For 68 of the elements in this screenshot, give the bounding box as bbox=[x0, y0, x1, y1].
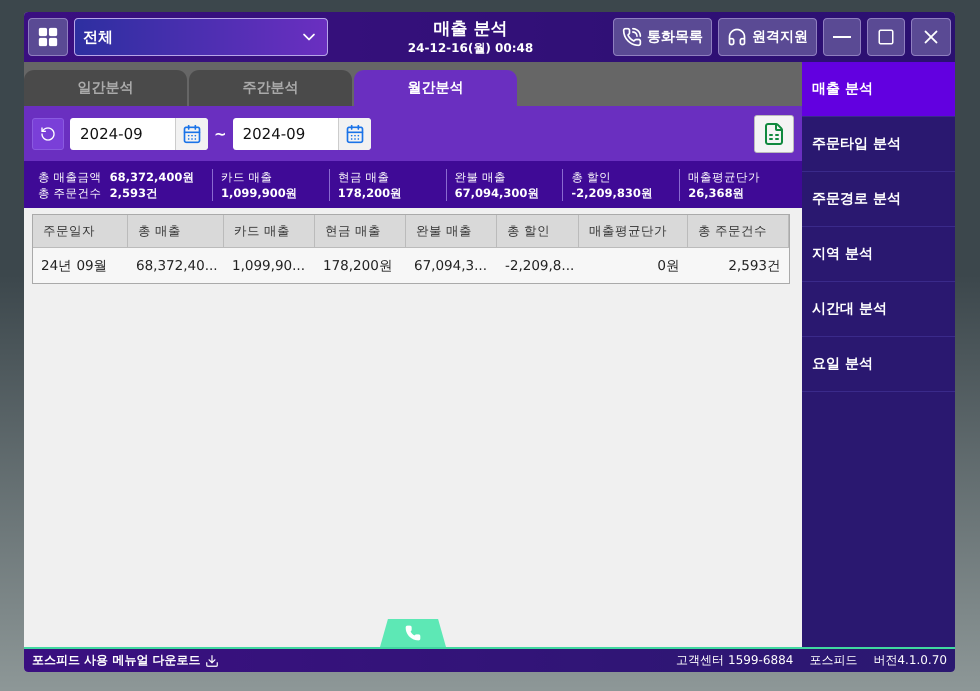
summary-label: 완불 매출 bbox=[454, 168, 508, 184]
column-header: 총 할인 bbox=[497, 215, 579, 247]
sidebar-item[interactable]: 주문경로 분석 bbox=[802, 172, 955, 227]
header-button[interactable]: 통화목록 bbox=[613, 18, 712, 56]
window-title: 매출 분석 bbox=[434, 18, 508, 40]
refresh-icon bbox=[40, 126, 56, 142]
table-cell: 1,099,90... bbox=[224, 247, 315, 283]
table-cell: 24년 09월 bbox=[33, 247, 128, 283]
sidebar-item[interactable]: 매출 분석 bbox=[802, 62, 955, 117]
grid-icon bbox=[37, 26, 59, 48]
column-header: 카드 매출 bbox=[224, 215, 315, 247]
summary-label: 현금 매출 bbox=[338, 168, 390, 184]
sidebar-item[interactable]: 주문타입 분석 bbox=[802, 117, 955, 172]
headset-icon bbox=[727, 27, 747, 47]
support-phone: 고객센터 1599-6884 bbox=[676, 652, 794, 669]
header-button[interactable]: 원격지원 bbox=[718, 18, 817, 56]
calendar-button[interactable] bbox=[175, 118, 208, 150]
column-header: 총 매출 bbox=[128, 215, 224, 247]
summary-value: 26,368원 bbox=[688, 184, 746, 200]
range-separator: ~ bbox=[214, 124, 227, 142]
menu-button[interactable] bbox=[28, 18, 68, 56]
summary-label: 매출평균단가 bbox=[688, 168, 762, 184]
table-cell: 2,593건 bbox=[688, 247, 789, 283]
summary-label: 총 주문건수 bbox=[38, 184, 102, 200]
calendar-icon bbox=[182, 124, 202, 144]
manual-download-link[interactable]: 포스피드 사용 메뉴얼 다운로드 bbox=[32, 652, 219, 669]
summary-value: 67,094,300원 bbox=[454, 184, 540, 200]
summary-label: 총 할인 bbox=[571, 168, 612, 184]
minimize-icon bbox=[833, 36, 851, 38]
minimize-button[interactable] bbox=[823, 18, 861, 56]
excel-export-button[interactable] bbox=[754, 114, 794, 152]
column-header: 주문일자 bbox=[33, 215, 128, 247]
column-header: 현금 매출 bbox=[315, 215, 406, 247]
maximize-button[interactable] bbox=[867, 18, 905, 56]
sidebar-item[interactable]: 요일 분석 bbox=[802, 337, 955, 392]
column-header: 완불 매출 bbox=[406, 215, 497, 247]
sidebar-item[interactable]: 시간대 분석 bbox=[802, 282, 955, 337]
table-cell: 0원 bbox=[579, 247, 688, 283]
table-cell: 67,094,3... bbox=[406, 247, 497, 283]
spreadsheet-icon bbox=[762, 122, 786, 146]
tab[interactable]: 일간분석 bbox=[24, 70, 187, 106]
table-cell: 178,200원 bbox=[315, 247, 406, 283]
phone-icon bbox=[405, 625, 421, 641]
tab[interactable]: 주간분석 bbox=[189, 70, 352, 106]
calendar-icon bbox=[344, 124, 365, 144]
summary-value: 68,372,400원 bbox=[110, 168, 194, 184]
download-icon bbox=[204, 654, 219, 668]
summary-value: 1,099,900원 bbox=[221, 184, 299, 200]
store-select[interactable]: 전체 bbox=[74, 18, 328, 56]
summary-label: 총 매출금액 bbox=[38, 168, 102, 184]
close-button[interactable] bbox=[911, 18, 951, 56]
reset-button[interactable] bbox=[32, 118, 64, 150]
calendar-button[interactable] bbox=[338, 118, 371, 150]
table-cell: 68,372,40... bbox=[128, 247, 224, 283]
maximize-icon bbox=[877, 28, 895, 46]
column-header: 매출평균단가 bbox=[579, 215, 688, 247]
summary-value: 178,200원 bbox=[338, 184, 404, 200]
summary-label: 카드 매출 bbox=[221, 168, 274, 184]
sidebar-item[interactable]: 지역 분석 bbox=[802, 227, 955, 282]
phone-icon bbox=[622, 27, 642, 47]
version-text: 버전4.1.0.70 bbox=[873, 652, 947, 669]
summary-value: -2,209,830원 bbox=[571, 184, 654, 200]
brand-name: 포스피드 bbox=[809, 652, 858, 669]
table-cell: -2,209,8... bbox=[497, 247, 579, 283]
summary-value: 2,593건 bbox=[110, 184, 158, 200]
tab[interactable]: 월간분석 bbox=[354, 70, 517, 106]
date-time: 24-12-16(월) 00:48 bbox=[408, 40, 534, 57]
column-header: 총 주문건수 bbox=[688, 215, 789, 247]
